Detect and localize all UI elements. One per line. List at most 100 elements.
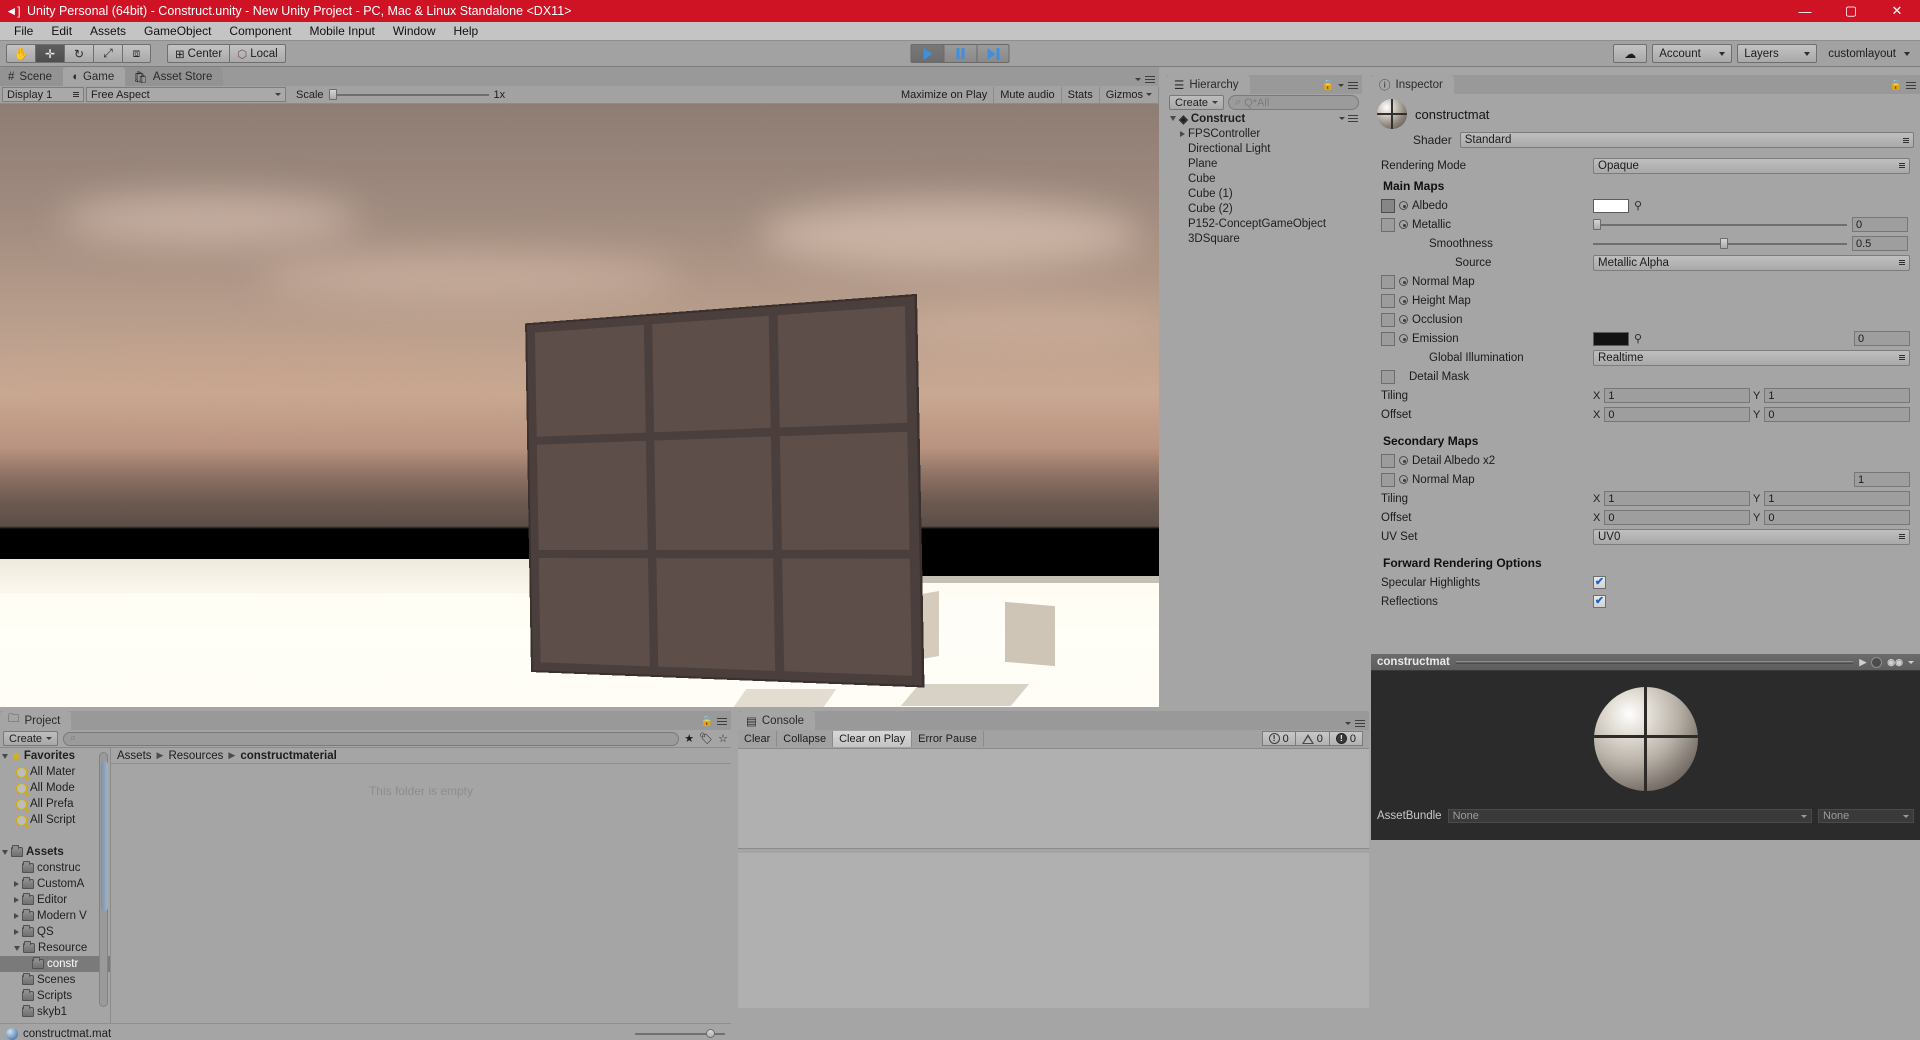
chevron-down-icon[interactable] — [1170, 116, 1176, 121]
console-log-list[interactable] — [738, 749, 1369, 849]
panel-menu-icon[interactable] — [1348, 81, 1358, 90]
height-map-toggle-icon[interactable] — [1399, 296, 1408, 305]
project-favorite-all-scripts[interactable]: All Script — [0, 812, 110, 828]
tab-project[interactable]: 🗀 Project — [0, 711, 72, 730]
reflections-checkbox[interactable]: ✔ — [1593, 595, 1606, 608]
breadcrumb-assets[interactable]: Assets — [117, 750, 152, 762]
metallic-texture-slot[interactable] — [1381, 217, 1395, 232]
tiling-x-field[interactable]: 1 — [1604, 388, 1750, 403]
console-detail-pane[interactable] — [738, 853, 1369, 1008]
gizmos-button[interactable]: Gizmos — [1100, 86, 1159, 103]
hierarchy-item-cube[interactable]: Cube — [1166, 171, 1362, 186]
menu-help[interactable]: Help — [445, 22, 488, 41]
console-error-count-badge[interactable]: ! 0 — [1328, 731, 1363, 746]
project-favorite-all-prefabs[interactable]: All Prefa — [0, 796, 110, 812]
console-clear-button[interactable]: Clear — [738, 731, 778, 747]
hierarchy-item-cube-1[interactable]: Cube (1) — [1166, 186, 1362, 201]
stats-button[interactable]: Stats — [1062, 86, 1100, 103]
pause-button[interactable] — [943, 44, 977, 63]
chevron-down-icon[interactable] — [14, 945, 20, 951]
console-clear-on-play-button[interactable]: Clear on Play — [833, 731, 913, 747]
pivot-toggle[interactable]: ⊞ Center — [167, 44, 230, 63]
lock-icon[interactable]: 🔒 — [1890, 80, 1902, 91]
tab-hierarchy[interactable]: ☰ Hierarchy — [1166, 75, 1250, 94]
preview-stage[interactable] — [1371, 671, 1920, 806]
rect-tool-icon[interactable]: ⧈ — [122, 44, 151, 63]
rotate-tool-icon[interactable]: ↻ — [64, 44, 93, 63]
play-button[interactable] — [910, 44, 944, 63]
asset-bundle-dropdown[interactable]: None — [1447, 809, 1812, 823]
project-folder-scenes[interactable]: Scenes — [0, 972, 110, 988]
menu-window[interactable]: Window — [384, 22, 445, 41]
lock-icon[interactable]: 🔒 — [1322, 80, 1334, 91]
hierarchy-root-row[interactable]: ◈ Construct — [1166, 111, 1362, 126]
chevron-down-icon[interactable] — [1908, 660, 1914, 664]
project-folder-modern[interactable]: Modern V — [0, 908, 110, 924]
project-folder-editor[interactable]: Editor — [0, 892, 110, 908]
emission-color-swatch[interactable] — [1593, 331, 1629, 346]
metallic-value-field[interactable]: 0 — [1852, 217, 1908, 232]
scale-slider[interactable] — [328, 88, 489, 102]
secondary-normal-value-field[interactable]: 1 — [1854, 472, 1910, 487]
project-folder-customassets[interactable]: CustomA — [0, 876, 110, 892]
secondary-normal-toggle-icon[interactable] — [1399, 475, 1408, 484]
maximize-button[interactable]: ▢ — [1828, 0, 1874, 22]
minimize-button[interactable]: — — [1782, 0, 1828, 22]
project-zoom-slider[interactable] — [635, 1028, 725, 1040]
filter-label-icon[interactable]: 🏷 — [699, 732, 713, 745]
hierarchy-item-p152-conceptgameobject[interactable]: P152-ConceptGameObject — [1166, 216, 1362, 231]
sec-offset-x-field[interactable]: 0 — [1604, 510, 1750, 525]
smoothness-slider[interactable] — [1593, 237, 1847, 251]
global-illumination-dropdown[interactable]: Realtime — [1593, 349, 1910, 366]
normal-map-texture-slot[interactable] — [1381, 274, 1395, 289]
preview-light-icon[interactable] — [1871, 656, 1883, 668]
occlusion-toggle-icon[interactable] — [1399, 315, 1408, 324]
cloud-icon[interactable]: ☁ — [1613, 44, 1648, 63]
console-error-pause-button[interactable]: Error Pause — [912, 731, 984, 747]
close-button[interactable]: ✕ — [1874, 0, 1920, 22]
chevron-right-icon[interactable] — [14, 897, 19, 903]
menu-mobile-input[interactable]: Mobile Input — [300, 22, 383, 41]
console-collapse-button[interactable]: Collapse — [777, 731, 834, 747]
detail-albedo-toggle-icon[interactable] — [1399, 456, 1408, 465]
tab-game[interactable]: ◖ Game — [63, 67, 126, 86]
sec-tiling-x-field[interactable]: 1 — [1604, 491, 1750, 506]
lock-icon[interactable]: 🔒 — [701, 716, 713, 727]
scrollbar-thumb[interactable] — [101, 761, 108, 911]
detail-albedo-texture-slot[interactable] — [1381, 453, 1395, 468]
secondary-normal-texture-slot[interactable] — [1381, 472, 1395, 487]
preview-play-icon[interactable]: ▶ — [1859, 657, 1866, 668]
hierarchy-item-directional-light[interactable]: Directional Light — [1166, 141, 1362, 156]
shader-dropdown[interactable]: Standard — [1459, 132, 1914, 148]
eyedropper-icon[interactable]: ⚲ — [1634, 199, 1642, 212]
hierarchy-item-fpscontroller[interactable]: FPSController — [1166, 126, 1362, 141]
smoothness-value-field[interactable]: 0.5 — [1852, 236, 1908, 251]
space-toggle[interactable]: ⬡ Local — [229, 44, 286, 63]
hierarchy-create-button[interactable]: Create — [1169, 95, 1225, 110]
albedo-color-swatch[interactable] — [1593, 198, 1629, 213]
project-tree-scrollbar[interactable] — [99, 752, 108, 1007]
detail-mask-texture-slot[interactable] — [1381, 369, 1395, 384]
source-dropdown[interactable]: Metallic Alpha — [1593, 254, 1910, 271]
menu-component[interactable]: Component — [220, 22, 300, 41]
maximize-on-play-button[interactable]: Maximize on Play — [895, 86, 995, 103]
height-map-texture-slot[interactable] — [1381, 293, 1395, 308]
display-dropdown[interactable]: Display 1 — [2, 87, 84, 102]
scale-control[interactable]: Scale 1x — [296, 88, 505, 102]
layers-dropdown[interactable]: Layers — [1737, 44, 1818, 63]
project-assets-row[interactable]: Assets — [0, 844, 110, 860]
normal-map-toggle-icon[interactable] — [1399, 277, 1408, 286]
sec-offset-y-field[interactable]: 0 — [1764, 510, 1910, 525]
offset-y-field[interactable]: 0 — [1764, 407, 1910, 422]
hierarchy-item-3dsquare[interactable]: 3DSquare — [1166, 231, 1362, 246]
hierarchy-search-input[interactable]: ⌕ Q*All — [1228, 95, 1359, 110]
tiling-y-field[interactable]: 1 — [1764, 388, 1910, 403]
sec-tiling-y-field[interactable]: 1 — [1764, 491, 1910, 506]
menu-edit[interactable]: Edit — [42, 22, 81, 41]
console-warning-count-badge[interactable]: 0 — [1294, 731, 1329, 746]
project-create-button[interactable]: Create — [3, 731, 59, 746]
hierarchy-item-plane[interactable]: Plane — [1166, 156, 1362, 171]
menu-assets[interactable]: Assets — [81, 22, 135, 41]
albedo-toggle-icon[interactable] — [1399, 201, 1408, 210]
step-button[interactable] — [976, 44, 1010, 63]
